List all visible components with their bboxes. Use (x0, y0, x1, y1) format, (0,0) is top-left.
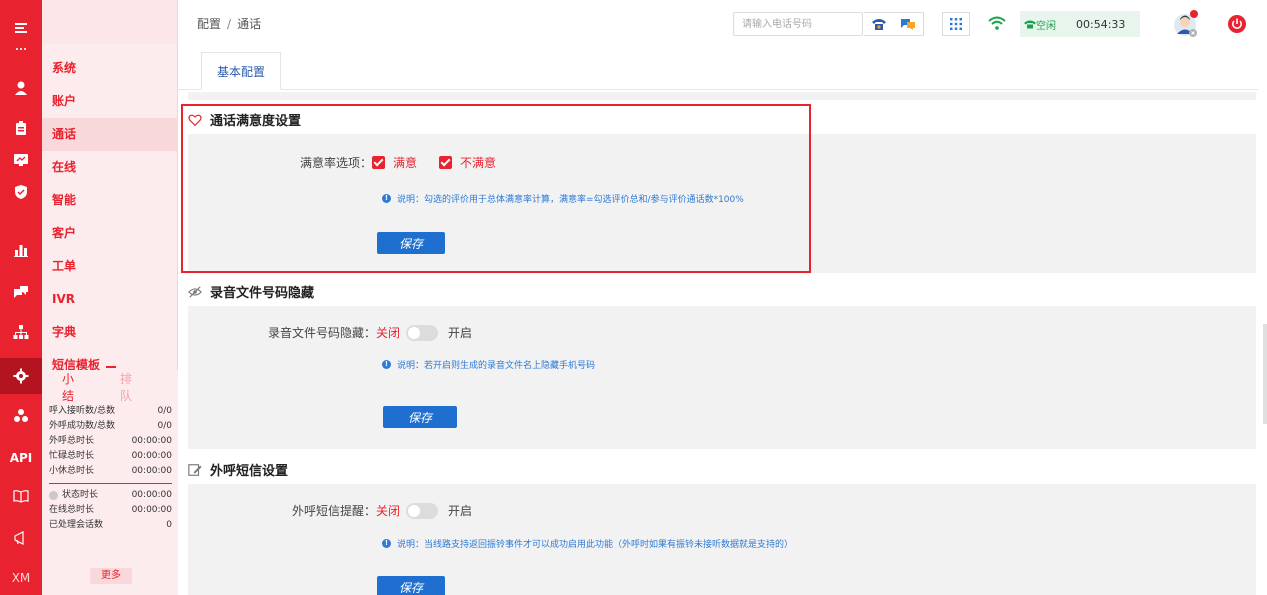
monitor-icon[interactable] (0, 144, 42, 176)
phone-number-input[interactable] (733, 12, 863, 36)
sms-on-label: 开启 (448, 504, 473, 518)
xm-text[interactable]: XM (0, 562, 42, 594)
bar-chart-icon[interactable] (0, 234, 42, 266)
grip-icon (0, 46, 42, 54)
dialpad-icon[interactable] (942, 12, 970, 36)
status-timer: 00:54:33 (1076, 17, 1126, 31)
clipboard-icon[interactable] (0, 112, 42, 144)
call-actions-group (864, 12, 924, 36)
sms-toggle-row: 外呼短信提醒： 关闭 开启 (188, 502, 472, 519)
tab-underline (178, 89, 1258, 90)
panel-strip (188, 92, 1256, 100)
wifi-icon (988, 16, 1006, 33)
cluster-icon[interactable] (0, 400, 42, 432)
stat-row: 已处理会话数 0 (49, 520, 172, 530)
recording-off-label: 关闭 (376, 326, 401, 340)
icon-rail: API XM (0, 0, 42, 595)
power-icon[interactable] (1228, 15, 1246, 33)
scrollbar[interactable] (1263, 324, 1267, 424)
menu-item-ivr[interactable]: IVR (42, 283, 178, 316)
stat-row: 呼入接听数/总数 0/0 (49, 406, 172, 416)
message-icon[interactable] (894, 17, 924, 31)
divider (49, 483, 172, 484)
recording-on-label: 开启 (448, 326, 473, 340)
avatar[interactable] (1172, 10, 1200, 38)
config-menu: 系统 账户 通话 在线 智能 客户 工单 IVR 字典 短信模板 (42, 52, 178, 370)
menu-item-account[interactable]: 账户 (42, 85, 178, 118)
stat-row: 外呼总时长 00:00:00 (49, 436, 172, 446)
recording-note: ! 说明：若开启则生成的录音文件名上隐藏手机号码 (382, 358, 595, 371)
stat-row: 在线总时长 00:00:00 (49, 505, 172, 515)
stat-row: 忙碌总时长 00:00:00 (49, 451, 172, 461)
tab-summary[interactable]: 小结 (62, 370, 84, 404)
sms-panel: 外呼短信提醒： 关闭 开启 ! 说明：当线路支持返回振铃事件才可以成功启用此功能… (188, 484, 1256, 595)
sms-section-title: 外呼短信设置 (188, 460, 288, 479)
sms-note: ! 说明：当线路支持返回振铃事件才可以成功启用此功能（外呼时如果有振铃未接听数据… (382, 537, 793, 550)
dial-phone-icon[interactable] (864, 17, 894, 31)
menu-item-dictionary[interactable]: 字典 (42, 316, 178, 349)
sms-switch[interactable] (406, 502, 439, 519)
recording-section-title: 录音文件号码隐藏 (188, 282, 314, 301)
chat-icon[interactable] (0, 276, 42, 308)
megaphone-icon[interactable] (0, 522, 42, 554)
collapse-handle-icon[interactable] (106, 366, 116, 369)
status-phone-icon (1024, 20, 1036, 29)
book-icon[interactable] (0, 480, 42, 512)
recording-panel: 录音文件号码隐藏： 关闭 开启 ! 说明：若开启则生成的录音文件名上隐藏手机号码… (188, 306, 1256, 449)
save-sms-button[interactable]: 保存 (377, 576, 445, 595)
breadcrumb-call: 通话 (237, 17, 262, 31)
org-chart-icon[interactable] (0, 316, 42, 348)
recording-toggle-row: 录音文件号码隐藏： 关闭 开启 (188, 324, 472, 341)
menu-icon[interactable] (0, 12, 42, 44)
menu-item-ticket[interactable]: 工单 (42, 250, 178, 283)
status-dot-icon (49, 491, 58, 500)
submenu-header (42, 0, 177, 44)
menu-item-call[interactable]: 通话 (42, 118, 178, 151)
more-button[interactable]: 更多 (90, 568, 132, 584)
tab-queue[interactable]: 排队 (120, 370, 142, 404)
stat-row: 小休总时长 00:00:00 (49, 466, 172, 476)
menu-item-customer[interactable]: 客户 (42, 217, 178, 250)
recording-switch[interactable] (406, 324, 439, 341)
status-label: 空闲 (1036, 20, 1056, 32)
summary-panel: 小结 排队 呼入接听数/总数 0/0 外呼成功数/总数 0/0 外呼总时长 00:00… (42, 370, 178, 595)
save-recording-button[interactable]: 保存 (383, 406, 457, 428)
breadcrumb-config[interactable]: 配置 (197, 17, 221, 31)
eye-off-icon (188, 285, 202, 298)
sms-label: 外呼短信提醒： (291, 504, 376, 518)
api-text[interactable]: API (0, 442, 42, 474)
top-header: 配置/通话 空闲 00:54:33 (178, 0, 1267, 46)
settings-icon[interactable] (0, 358, 42, 394)
agent-status[interactable]: 空闲 00:54:33 (1020, 11, 1140, 37)
sms-off-label: 关闭 (376, 504, 401, 518)
summary-tabs: 小结 排队 (42, 370, 178, 404)
recording-label: 录音文件号码隐藏： (267, 326, 376, 340)
stat-row: 外呼成功数/总数 0/0 (49, 421, 172, 431)
info-icon: ! (382, 360, 391, 369)
info-icon: ! (382, 539, 391, 548)
breadcrumb: 配置 / 通话 (197, 17, 262, 31)
menu-item-online[interactable]: 在线 (42, 151, 178, 184)
stat-row: 状态时长 00:00:00 (42, 488, 178, 503)
user-icon[interactable] (0, 72, 42, 104)
sms-edit-icon (188, 463, 202, 476)
tab-basic-config[interactable]: 基本配置 (201, 52, 281, 90)
menu-item-system[interactable]: 系统 (42, 52, 178, 85)
shield-icon[interactable] (0, 176, 42, 208)
sub-menu-panel: 系统 账户 通话 在线 智能 客户 工单 IVR 字典 短信模板 小结 排队 呼… (42, 0, 178, 595)
menu-item-smart[interactable]: 智能 (42, 184, 178, 217)
highlight-box (181, 104, 811, 273)
